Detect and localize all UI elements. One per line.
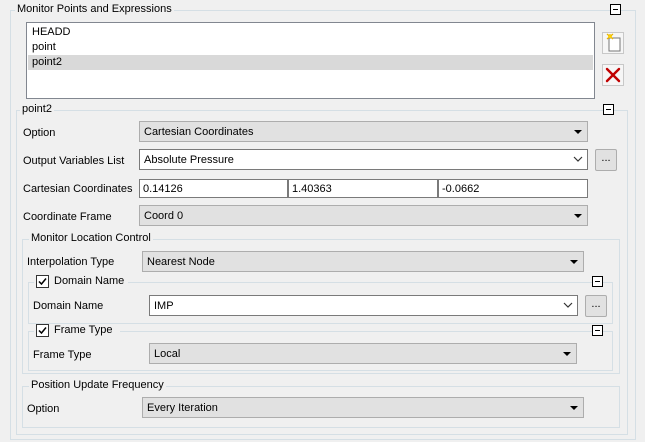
output-variables-select[interactable]: Absolute Pressure [139, 149, 588, 170]
monitor-points-list[interactable]: HEADD point point2 [26, 22, 595, 99]
monitor-points-title: Monitor Points and Expressions [15, 3, 174, 16]
domain-name-select[interactable]: IMP [149, 295, 578, 316]
interpolation-type-select[interactable]: Nearest Node [142, 251, 584, 272]
domain-name-title: Domain Name [54, 275, 125, 287]
domain-name-checkbox[interactable] [36, 275, 49, 288]
list-item-selected[interactable]: point2 [28, 55, 593, 70]
coordinate-frame-label: Coordinate Frame [23, 211, 112, 223]
dropdown-arrow-icon [574, 214, 582, 218]
option-label: Option [23, 127, 56, 139]
frame-type-title: Frame Type [54, 324, 113, 336]
coordinate-x-input[interactable]: 0.14126 [139, 179, 288, 198]
delete-icon [605, 67, 621, 83]
delete-button[interactable] [602, 64, 624, 86]
domain-name-collapse-icon[interactable] [592, 276, 603, 287]
dropdown-arrow-icon [570, 260, 578, 264]
point-details-title: point2 [20, 103, 54, 116]
option-select[interactable]: Cartesian Coordinates [139, 121, 588, 142]
coordinate-frame-select[interactable]: Coord 0 [139, 205, 588, 226]
domain-name-label: Domain Name [33, 300, 104, 312]
frame-type-label: Frame Type [33, 349, 92, 361]
frame-type-select[interactable]: Local [149, 343, 577, 364]
interpolation-type-label: Interpolation Type [27, 256, 115, 268]
coordinate-z-input[interactable]: -0.0662 [438, 179, 588, 198]
frame-type-legend: Frame Type [34, 324, 120, 338]
frame-type-collapse-icon[interactable] [592, 325, 603, 336]
cartesian-coordinates-label: Cartesian Coordinates [23, 183, 133, 195]
output-variables-browse-button[interactable]: ... [595, 149, 617, 171]
list-item[interactable]: point [28, 40, 593, 55]
checkmark-icon [38, 327, 47, 335]
domain-name-legend: Domain Name [34, 275, 128, 289]
update-option-label: Option [27, 403, 60, 415]
update-option-select[interactable]: Every Iteration [142, 397, 584, 418]
update-frequency-title: Position Update Frequency [29, 379, 166, 392]
dropdown-arrow-icon [563, 352, 571, 356]
new-item-icon [606, 33, 621, 52]
frame-type-checkbox[interactable] [36, 324, 49, 337]
domain-name-browse-button[interactable]: ... [585, 295, 607, 317]
chevron-down-icon [573, 156, 583, 162]
new-item-button[interactable] [602, 32, 624, 54]
dropdown-arrow-icon [574, 130, 582, 134]
checkmark-icon [38, 278, 47, 286]
list-item[interactable]: HEADD [28, 25, 593, 40]
dropdown-arrow-icon [570, 406, 578, 410]
chevron-down-icon [563, 302, 573, 308]
output-variables-label: Output Variables List [23, 155, 125, 167]
monitor-points-collapse-icon[interactable] [610, 4, 621, 15]
monitor-location-title: Monitor Location Control [29, 232, 153, 245]
coordinate-y-input[interactable]: 1.40363 [288, 179, 438, 198]
point-details-collapse-icon[interactable] [603, 104, 614, 115]
